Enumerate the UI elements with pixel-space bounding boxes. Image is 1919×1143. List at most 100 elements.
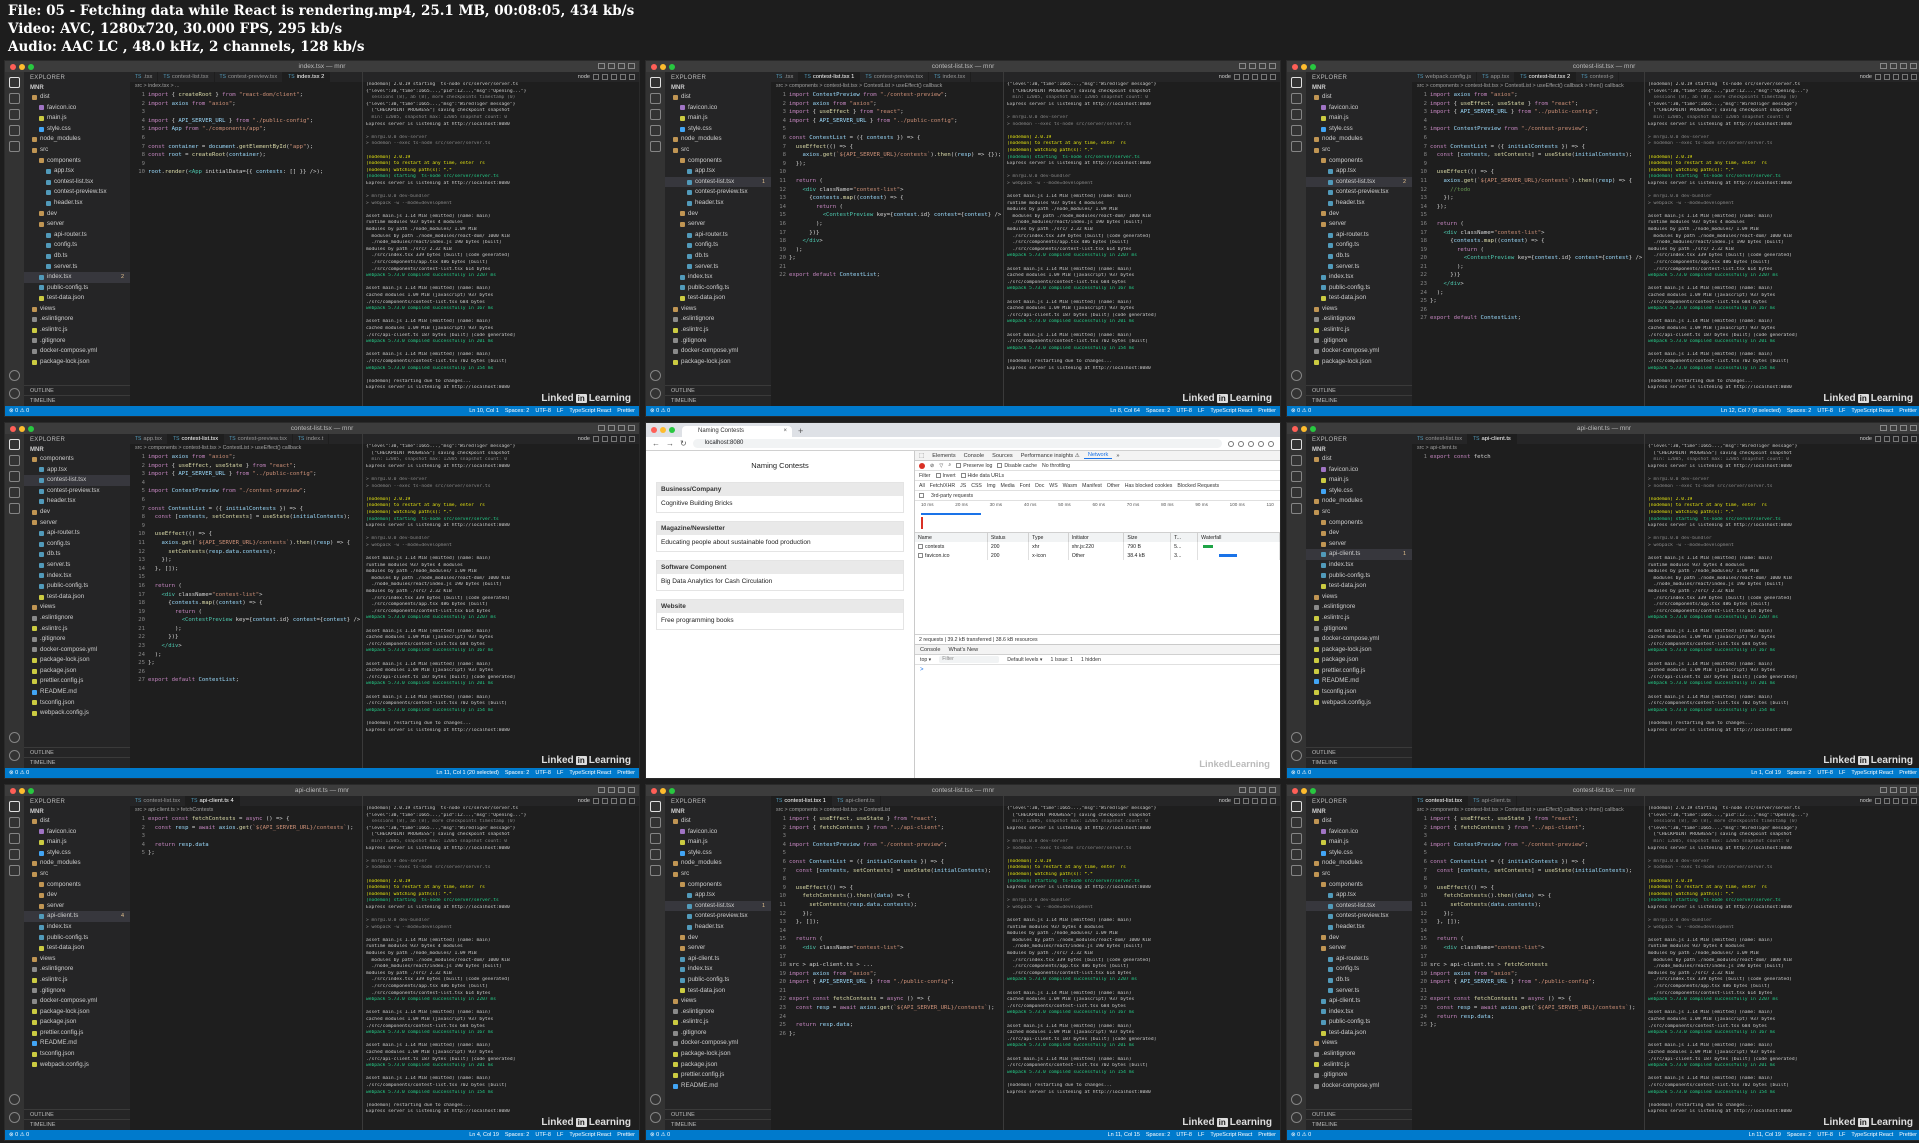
breadcrumb[interactable]: src > api-client.ts xyxy=(1412,444,1644,453)
manage-gear-icon[interactable] xyxy=(9,388,20,399)
split-terminal-icon[interactable] xyxy=(1884,436,1890,442)
trash-icon[interactable] xyxy=(1893,436,1899,442)
network-toolbar-option[interactable]: No throttling xyxy=(1042,463,1070,469)
file-tree-item[interactable]: dist xyxy=(665,92,771,103)
terminal-dropdown[interactable]: node xyxy=(578,798,590,804)
column-header[interactable]: Name xyxy=(915,533,988,542)
editor-tab[interactable]: TS contest-list.tsx 2 xyxy=(1515,72,1577,82)
status-item[interactable]: LF xyxy=(1839,770,1845,776)
source-control-icon[interactable] xyxy=(9,833,20,844)
file-tree-item[interactable]: api-router.ts xyxy=(24,230,130,241)
file-tree-item[interactable]: docker-compose.yml xyxy=(665,1038,771,1049)
editor-tab[interactable]: TS contest-list.tsx xyxy=(168,434,225,444)
trash-icon[interactable] xyxy=(611,436,617,442)
resource-type-filter[interactable]: Fetch/XHR xyxy=(930,483,955,489)
breadcrumb[interactable]: src > index.tsx > ... xyxy=(130,82,362,91)
explorer-icon[interactable] xyxy=(1291,801,1302,812)
filter-option[interactable]: Hide data URLs xyxy=(960,473,1004,479)
status-item[interactable]: LF xyxy=(1198,1132,1204,1138)
account-icon[interactable] xyxy=(1291,370,1302,381)
code-editor[interactable]: 1 2 3 4 5 6 7 8 9 10 11 12 13 14 15 16 17 18 19 20 21 22 23 24 2… xyxy=(771,815,1003,1038)
layout-toggle-icon[interactable] xyxy=(628,787,635,793)
timeline-section[interactable]: TIMELINE xyxy=(24,757,130,768)
chevron-up-icon[interactable] xyxy=(620,798,626,804)
search-icon[interactable] xyxy=(9,817,20,828)
status-item[interactable]: TypeScript React xyxy=(1851,1132,1893,1138)
file-tree-item[interactable]: test-data.json xyxy=(24,293,130,304)
file-tree-item[interactable]: .gitignore xyxy=(665,336,771,347)
status-item[interactable]: LF xyxy=(1198,408,1204,414)
problems-indicator[interactable]: ⊗ 0 ⚠ 0 xyxy=(1291,1132,1311,1138)
terminal-dropdown[interactable]: node xyxy=(1219,74,1231,80)
devtools-tab[interactable]: Performance insights ⚠ xyxy=(1017,453,1084,459)
file-tree-item[interactable]: package-lock.json xyxy=(1306,357,1412,368)
filter-icon[interactable]: ▽ xyxy=(939,463,943,469)
file-tree-item[interactable]: api-router.ts xyxy=(1306,230,1412,241)
manage-gear-icon[interactable] xyxy=(1291,750,1302,761)
explorer-icon[interactable] xyxy=(1291,77,1302,88)
file-tree-item[interactable]: .gitignore xyxy=(24,336,130,347)
terminal-dropdown[interactable]: node xyxy=(1860,798,1872,804)
file-tree-item[interactable]: favicon.ico xyxy=(24,103,130,114)
console-toolbar-item[interactable]: 1 hidden xyxy=(1081,657,1101,663)
devtools-tab[interactable]: Elements xyxy=(928,453,959,459)
layout-toggle-icon[interactable] xyxy=(1249,787,1256,793)
file-tree-item[interactable]: header.tsx xyxy=(24,496,130,507)
file-tree-item[interactable]: style.css xyxy=(1306,848,1412,859)
file-tree-item[interactable]: prettier.config.js xyxy=(665,1070,771,1081)
file-tree-item[interactable]: docker-compose.yml xyxy=(1306,634,1412,645)
layout-toggle-icon[interactable] xyxy=(1890,63,1897,69)
problems-indicator[interactable]: ⊗ 0 ⚠ 0 xyxy=(9,1132,29,1138)
file-tree-item[interactable]: components xyxy=(1306,156,1412,167)
file-tree-item[interactable]: public-config.ts xyxy=(665,283,771,294)
checkbox[interactable] xyxy=(919,493,924,498)
resource-type-filter[interactable]: Manifest xyxy=(1082,483,1102,489)
file-tree-item[interactable]: main.js xyxy=(665,837,771,848)
explorer-icon[interactable] xyxy=(9,801,20,812)
file-tree-item[interactable]: main.js xyxy=(24,837,130,848)
status-item[interactable]: Spaces: 2 xyxy=(505,408,529,414)
file-tree-item[interactable]: .eslintignore xyxy=(24,613,130,624)
editor-tab[interactable]: TS api-client.ts 4 xyxy=(186,796,240,806)
extensions-puzzle-icon[interactable] xyxy=(1248,440,1254,447)
editor-tab[interactable]: TS app.tsx xyxy=(1477,72,1516,82)
extensions-icon[interactable] xyxy=(9,865,20,876)
file-tree-item[interactable]: favicon.ico xyxy=(1306,827,1412,838)
layout-toggle-icon[interactable] xyxy=(608,63,615,69)
source-control-icon[interactable] xyxy=(9,109,20,120)
file-tree-item[interactable]: .eslintignore xyxy=(665,314,771,325)
browser-tab[interactable]: Naming Contests × xyxy=(682,426,792,437)
file-tree-item[interactable]: .eslintrc.js xyxy=(665,1017,771,1028)
file-tree-item[interactable]: dev xyxy=(24,209,130,220)
status-item[interactable]: LF xyxy=(1839,408,1845,414)
file-tree-item[interactable]: src xyxy=(1306,507,1412,518)
workspace-root[interactable]: MNR xyxy=(24,84,130,92)
breadcrumb[interactable]: src > components > contest-list.tsx > Co… xyxy=(1412,82,1644,91)
layout-toggle-icon[interactable] xyxy=(598,63,605,69)
cursor-position[interactable]: Ln 11, Col 19 xyxy=(1749,1132,1781,1138)
layout-toggle-icon[interactable] xyxy=(1900,787,1907,793)
layout-toggle-icon[interactable] xyxy=(1880,63,1887,69)
file-tree-item[interactable]: .gitignore xyxy=(1306,1070,1412,1081)
editor-tab[interactable]: TS api-client.ts xyxy=(832,796,881,806)
status-item[interactable]: Prettier xyxy=(1258,408,1276,414)
file-tree-item[interactable]: public-config.ts xyxy=(665,975,771,986)
code-editor[interactable]: 1 2 3 4 5 6 7 8 9 10 11 12 13 14 15 16 17 18 19 20 21 22 impor… xyxy=(771,91,1003,280)
status-item[interactable]: TypeScript React xyxy=(1210,408,1252,414)
source-control-icon[interactable] xyxy=(1291,471,1302,482)
status-item[interactable]: Spaces: 2 xyxy=(505,770,529,776)
file-tree-item[interactable]: db.ts xyxy=(24,549,130,560)
trash-icon[interactable] xyxy=(1893,74,1899,80)
file-tree-item[interactable]: README.md xyxy=(665,1081,771,1092)
checkbox[interactable] xyxy=(935,472,941,478)
file-tree-item[interactable]: dist xyxy=(665,816,771,827)
status-item[interactable]: Prettier xyxy=(617,770,635,776)
file-tree-item[interactable]: docker-compose.yml xyxy=(24,645,130,656)
file-tree-item[interactable]: package-lock.json xyxy=(665,357,771,368)
chevron-up-icon[interactable] xyxy=(1261,74,1267,80)
source-control-icon[interactable] xyxy=(650,109,661,120)
file-tree-item[interactable]: server xyxy=(24,219,130,230)
workspace-root[interactable]: MNR xyxy=(665,808,771,816)
chevron-up-icon[interactable] xyxy=(1902,74,1908,80)
manage-gear-icon[interactable] xyxy=(1291,1112,1302,1123)
